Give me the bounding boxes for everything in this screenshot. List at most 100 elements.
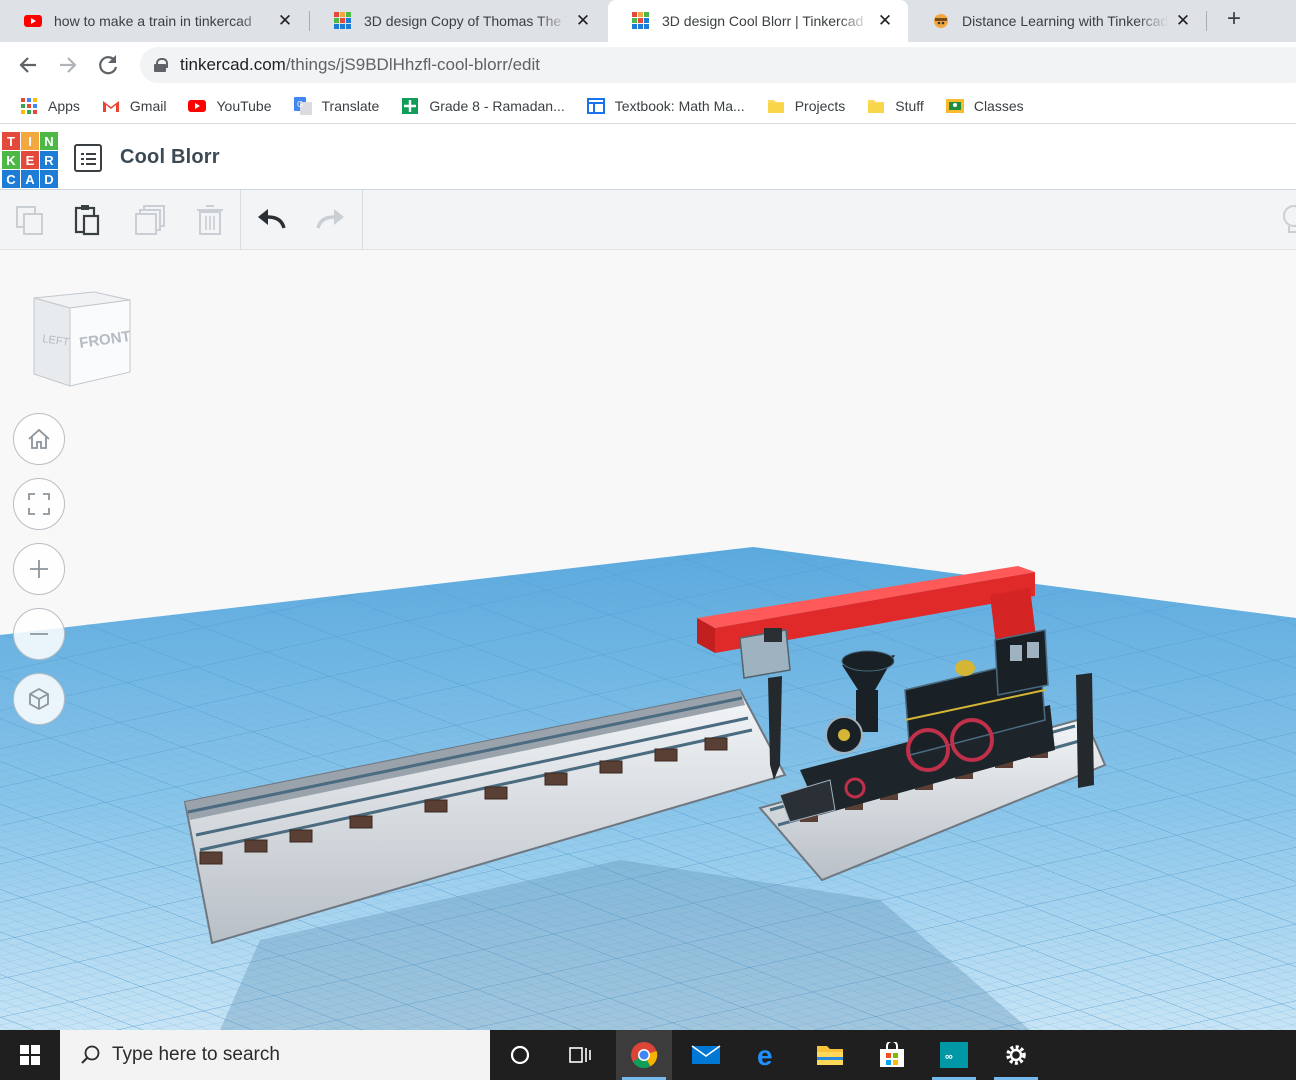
taskbar-search-box[interactable]: Type here to search (60, 1030, 490, 1080)
bookmark-translate[interactable]: G Translate (293, 96, 379, 115)
gmail-icon (102, 100, 119, 112)
tab-copy-of-thomas[interactable]: 3D design Copy of Thomas The T ✕ (310, 0, 606, 42)
close-tab-icon[interactable]: ✕ (276, 11, 294, 31)
bookmark-grade8[interactable]: Grade 8 - Ramadan... (401, 97, 565, 115)
youtube-icon (24, 15, 42, 27)
zoom-in-icon (30, 560, 48, 578)
svg-text:e: e (757, 1042, 773, 1068)
reload-icon[interactable] (94, 51, 122, 79)
tinkercad-icon (334, 12, 351, 29)
windows-taskbar: Type here to search e ∞ (0, 1030, 1296, 1080)
duplicate-icon[interactable] (132, 202, 168, 238)
bookmark-stuff[interactable]: Stuff (867, 97, 924, 115)
tab-cool-blorr[interactable]: 3D design Cool Blorr | Tinkercad ✕ (608, 0, 908, 42)
browser-tab-strip: how to make a train in tinkercad ✕ 3D de… (0, 0, 1296, 42)
tab-youtube[interactable]: how to make a train in tinkercad ✕ (0, 0, 308, 42)
cube-icon (29, 687, 49, 711)
logo-letter: R (40, 151, 58, 169)
redo-icon[interactable] (312, 202, 348, 238)
windows-logo-icon (20, 1045, 40, 1065)
bookmark-projects[interactable]: Projects (767, 97, 846, 115)
perspective-toggle-button[interactable] (13, 673, 65, 725)
file-explorer-icon[interactable] (802, 1030, 858, 1080)
tab-title: 3D design Copy of Thomas The T (364, 13, 568, 29)
logo-letter: K (2, 151, 20, 169)
fit-view-icon (28, 493, 50, 515)
bookmark-textbook[interactable]: Textbook: Math Ma... (586, 97, 745, 115)
bookmark-classes[interactable]: Classes (945, 97, 1024, 115)
design-title[interactable]: Cool Blorr (120, 146, 220, 169)
task-view-icon[interactable] (552, 1030, 608, 1080)
undo-icon[interactable] (254, 202, 290, 238)
tinkercad-header: T I N K E R C A D Cool Blorr (0, 128, 1296, 190)
start-button[interactable] (0, 1030, 60, 1080)
url-host: tinkercad.com (180, 55, 286, 74)
logo-letter: C (2, 170, 20, 188)
zoom-out-icon (30, 633, 48, 635)
svg-text:∞: ∞ (945, 1051, 953, 1063)
close-tab-icon[interactable]: ✕ (574, 11, 592, 31)
new-tab-button[interactable]: + (1220, 6, 1248, 34)
close-tab-icon[interactable]: ✕ (1174, 11, 1192, 31)
lock-icon[interactable] (154, 58, 168, 72)
bookmark-gmail[interactable]: Gmail (102, 97, 166, 115)
workplane-viewport[interactable]: LEFT FRONT (0, 250, 1296, 1030)
edge-icon[interactable]: e (740, 1030, 796, 1080)
store-icon[interactable] (864, 1030, 920, 1080)
bookmark-label: Apps (48, 97, 80, 114)
copy-icon[interactable] (12, 202, 48, 238)
logo-letter: N (40, 132, 58, 150)
home-view-button[interactable] (13, 413, 65, 465)
tab-title: Distance Learning with Tinkercad (962, 13, 1168, 29)
edit-toolbar (0, 190, 1296, 250)
folder-icon (868, 99, 885, 113)
bookmark-label: Grade 8 - Ramadan... (429, 97, 565, 114)
right-post-model[interactable] (1076, 673, 1094, 788)
zoom-out-button[interactable] (13, 608, 65, 660)
bookmark-label: Classes (973, 97, 1024, 114)
zoom-in-button[interactable] (13, 543, 65, 595)
classroom-icon (586, 97, 605, 114)
bookmarks-bar: Apps Gmail YouTube G Translate Grade 8 -… (0, 88, 1296, 124)
search-placeholder: Type here to search (112, 1044, 280, 1065)
forward-icon[interactable] (54, 51, 82, 79)
search-icon (81, 1045, 100, 1064)
paste-icon[interactable] (70, 202, 106, 238)
bookmark-label: Stuff (895, 97, 924, 114)
tinkercad-learning-icon (934, 14, 948, 28)
tab-distance-learning[interactable]: Distance Learning with Tinkercad ✕ (908, 0, 1206, 42)
classroom-icon (945, 98, 964, 113)
delete-icon[interactable] (192, 202, 228, 238)
logo-letter: E (21, 151, 39, 169)
lightbulb-icon[interactable] (1276, 202, 1296, 238)
logo-letter: D (40, 170, 58, 188)
sheets-icon (402, 97, 419, 114)
bookmark-label: Projects (794, 97, 846, 114)
logo-letter: A (21, 170, 39, 188)
cortana-icon[interactable] (492, 1030, 548, 1080)
logo-letter: I (21, 132, 39, 150)
tab-title: how to make a train in tinkercad (54, 13, 252, 29)
tab-title: 3D design Cool Blorr | Tinkercad (662, 13, 864, 29)
svg-text:G: G (297, 100, 303, 109)
folder-icon (767, 99, 784, 113)
bookmark-label: Textbook: Math Ma... (614, 97, 745, 114)
settings-icon[interactable] (988, 1030, 1044, 1080)
address-bar[interactable]: tinkercad.com/things/jS9BDlHhzfl-cool-bl… (140, 47, 1296, 83)
close-tab-icon[interactable]: ✕ (876, 11, 894, 31)
arduino-icon[interactable]: ∞ (926, 1030, 982, 1080)
bookmark-apps[interactable]: Apps (20, 97, 80, 115)
chrome-icon[interactable] (616, 1030, 672, 1080)
view-cube[interactable]: LEFT FRONT (30, 288, 134, 388)
design-list-icon[interactable] (74, 144, 102, 172)
mail-icon[interactable] (678, 1030, 734, 1080)
fit-all-button[interactable] (13, 478, 65, 530)
youtube-icon (188, 99, 207, 112)
logo-letter: T (2, 132, 20, 150)
bookmark-youtube[interactable]: YouTube (188, 97, 272, 115)
back-icon[interactable] (14, 51, 42, 79)
tinkercad-icon (632, 12, 649, 29)
workplane-scene[interactable] (0, 250, 1296, 1030)
home-icon (28, 428, 50, 449)
tinkercad-logo[interactable]: T I N K E R C A D (2, 132, 58, 188)
